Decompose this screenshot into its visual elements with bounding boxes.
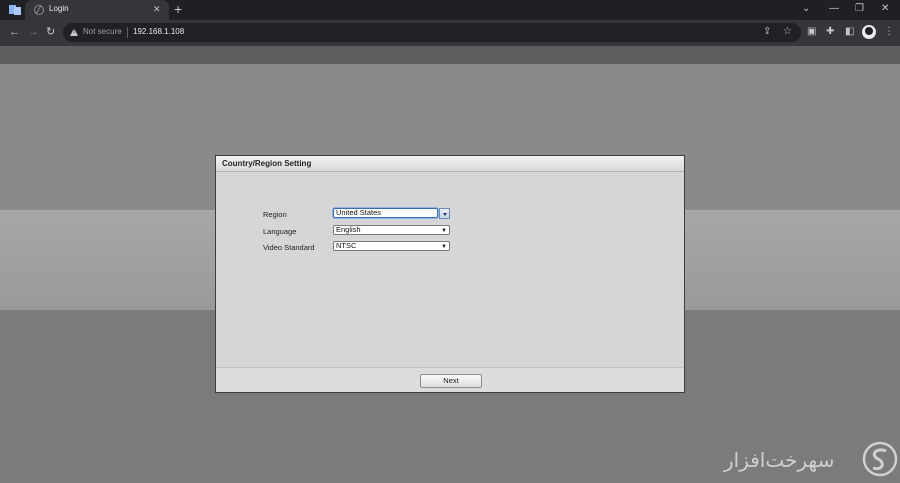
window-close-icon[interactable]: ✕ <box>881 2 889 16</box>
extensions-puzzle-icon[interactable]: ✚ <box>826 25 834 39</box>
dialog-title: Country/Region Setting <box>222 159 312 168</box>
language-label: Language <box>263 227 297 236</box>
dialog-body: Region United States Language English ▼ … <box>216 173 684 367</box>
warning-icon[interactable] <box>70 28 78 36</box>
video-standard-value: NTSC <box>336 241 357 250</box>
region-value: United States <box>336 208 382 217</box>
address-bar[interactable]: Not secure 192.168.1.108 ⇪ ☆ <box>63 23 801 42</box>
chevron-down-icon: ▼ <box>441 228 447 234</box>
forward-icon[interactable]: → <box>28 25 39 39</box>
reload-icon[interactable]: ↻ <box>46 25 55 39</box>
watermark-text: سهر‌خت‌افزار <box>724 448 835 472</box>
video-standard-label: Video Standard <box>263 243 315 252</box>
region-select[interactable]: United States <box>333 208 438 218</box>
new-tab-icon[interactable]: + <box>174 1 182 17</box>
region-dropdown-button[interactable] <box>439 208 450 219</box>
dialog-footer: Next <box>216 367 684 392</box>
tab-list-chevron-icon[interactable]: ⌄ <box>802 2 810 16</box>
url-text[interactable]: 192.168.1.108 <box>133 27 184 36</box>
language-select[interactable]: English ▼ <box>333 225 450 235</box>
menu-kebab-icon[interactable]: ⋮ <box>884 25 894 39</box>
tab-search-icon[interactable] <box>9 4 22 16</box>
address-separator <box>127 27 128 38</box>
next-button[interactable]: Next <box>420 374 482 388</box>
tab-title: Login <box>49 4 69 13</box>
profile-avatar-icon[interactable] <box>862 25 876 39</box>
side-panel-icon[interactable]: ◧ <box>845 25 854 39</box>
language-value: English <box>336 225 361 234</box>
country-region-dialog: Country/Region Setting Region United Sta… <box>215 155 685 393</box>
bookmark-star-icon[interactable]: ☆ <box>783 26 792 38</box>
share-icon[interactable]: ⇪ <box>763 26 771 38</box>
restore-icon[interactable]: ❐ <box>855 2 864 16</box>
back-icon[interactable]: ← <box>9 25 20 39</box>
chevron-down-icon: ▼ <box>441 244 447 250</box>
video-standard-select[interactable]: NTSC ▼ <box>333 241 450 251</box>
region-label: Region <box>263 210 287 219</box>
tab-close-icon[interactable]: ✕ <box>153 3 161 15</box>
extension-app-icon[interactable]: ▣ <box>807 25 816 39</box>
watermark-logo-icon <box>862 441 898 477</box>
minimize-icon[interactable]: — <box>829 2 839 16</box>
browser-tab-strip: Login ✕ + ⌄ — ❐ ✕ <box>0 0 900 20</box>
browser-toolbar: ← → ↻ Not secure 192.168.1.108 ⇪ ☆ ▣ ✚ ◧… <box>0 20 900 46</box>
background-band <box>0 46 900 64</box>
security-label[interactable]: Not secure <box>83 27 122 36</box>
dialog-header: Country/Region Setting <box>216 156 684 172</box>
globe-icon <box>34 5 44 15</box>
browser-tab[interactable]: Login ✕ <box>25 0 169 20</box>
